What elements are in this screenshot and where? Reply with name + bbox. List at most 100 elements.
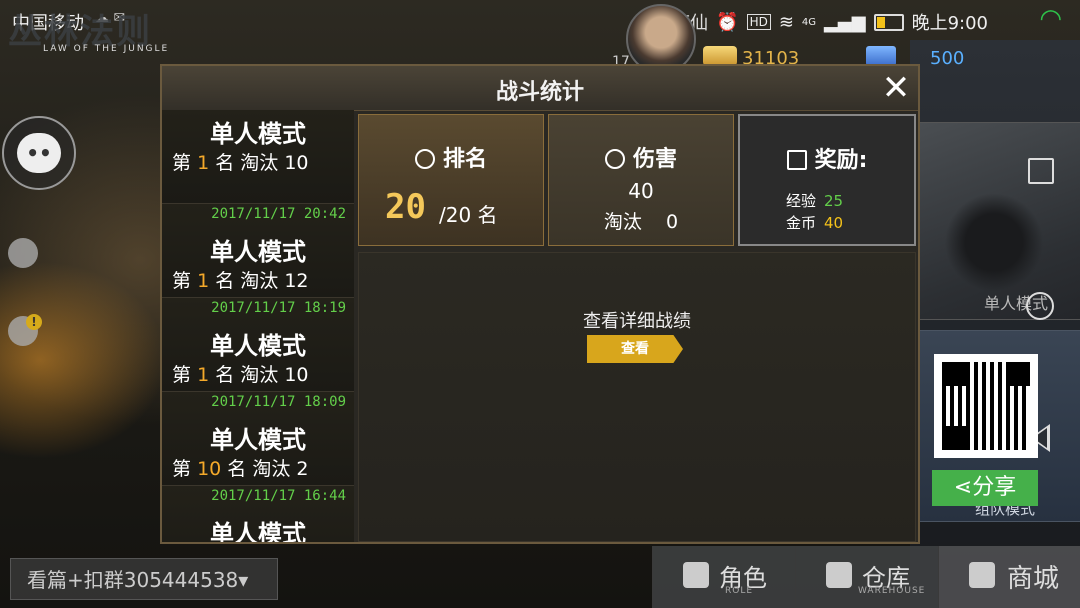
dialog-title: 战斗统计 <box>495 80 584 105</box>
share-label: 分享 <box>972 475 1017 500</box>
gold-value: 40 <box>824 214 844 232</box>
soldier-silhouette <box>939 193 1049 303</box>
history-mode: 单人模式 <box>210 520 306 542</box>
history-rank: 10 <box>197 458 222 480</box>
hd-icon: HD <box>746 14 771 30</box>
history-result: 第 1 名 淘汰 12 <box>172 266 309 293</box>
elim-label: 淘汰 <box>603 211 642 233</box>
nav-warehouse-sub: WAREHOUSE <box>858 586 926 596</box>
history-mode: 单人模式 <box>210 426 306 454</box>
nav-shop-label: 商城 <box>1007 564 1060 594</box>
wifi-icon: ≋ <box>778 11 794 33</box>
rank-suffix: 名 <box>215 364 235 386</box>
history-rank: 1 <box>197 152 210 174</box>
rank-total: /20 名 <box>439 203 498 227</box>
nav-role[interactable]: 角色 ROLE <box>652 546 795 608</box>
history-elim: 2 <box>296 458 309 480</box>
history-rank: 1 <box>197 364 210 386</box>
history-date: 2017/11/17 16:44 <box>211 488 346 504</box>
clock: 晚上9:00 <box>911 13 988 34</box>
nav-role-sub: ROLE <box>725 586 754 596</box>
nav-shop[interactable]: 商城 <box>938 546 1080 608</box>
status-right: 東仙 ⏰ HD ≋ 4G ▂▄▆ 晚上9:00 <box>672 9 988 35</box>
damage-card-title: 伤害 <box>632 147 677 172</box>
rank-suffix: 名 <box>215 152 235 174</box>
role-icon <box>683 562 709 588</box>
exp-value: 25 <box>824 192 844 210</box>
alarm-icon: ⏰ <box>716 11 739 33</box>
elim-label: 淘汰 <box>240 270 279 292</box>
history-mode: 单人模式 <box>210 238 306 266</box>
rank-prefix: 第 <box>172 364 192 386</box>
reward-exp: 经验 25 <box>786 190 843 211</box>
medal-icon <box>604 149 625 169</box>
rank-card-title: 排名 <box>442 147 487 172</box>
gift-icon <box>786 150 807 170</box>
nav-warehouse[interactable]: 仓库 WAREHOUSE <box>795 546 938 608</box>
bottom-nav: 角色 ROLE 仓库 WAREHOUSE 商城 <box>652 546 1080 608</box>
detail-title: 查看详细战绩 <box>583 311 691 332</box>
history-elim: 10 <box>284 364 309 386</box>
signal-icon: ▂▄▆ <box>824 11 866 33</box>
damage-card: 伤害 40 淘汰 0 <box>548 114 734 246</box>
history-item[interactable]: 2017/11/17 18:19 单人模式 第 1 名 淘汰 10 <box>162 298 354 392</box>
rank-prefix: 第 <box>172 270 192 292</box>
game-logo: 丛林法则 LAW OF THE JUNGLE <box>8 4 198 54</box>
view-details-button[interactable]: 查看 <box>587 335 683 363</box>
rank-suffix: 名 <box>215 270 235 292</box>
rank-card-header: 排名 <box>359 141 543 173</box>
history-item[interactable]: 单人模式 第 1 名 淘汰 10 <box>162 110 354 204</box>
gem-icon <box>866 46 896 66</box>
battle-stats-dialog: 战斗统计 ✕ 单人模式 第 1 名 淘汰 10 2017/11/17 20:42… <box>160 64 920 544</box>
reward-card-header: 奖励: <box>740 142 914 174</box>
rank-prefix: 第 <box>172 458 192 480</box>
gem-count: 500 <box>930 48 965 69</box>
exp-label: 经验 <box>786 192 817 210</box>
rank-card: 排名 20 /20 名 <box>358 114 544 246</box>
share-icon: ⋖ <box>953 475 973 500</box>
history-mode: 单人模式 <box>210 332 306 360</box>
history-item[interactable]: 2017/11/17 18:09 单人模式 第 10 名 淘汰 2 <box>162 392 354 486</box>
damage-elim: 淘汰 0 <box>549 207 733 234</box>
history-elim: 10 <box>284 152 309 174</box>
qr-code-pattern <box>942 362 1030 450</box>
close-button[interactable]: ✕ <box>878 70 914 106</box>
history-item[interactable]: 2017/11/17 20:42 单人模式 第 1 名 淘汰 12 <box>162 204 354 298</box>
rank-value: 20 <box>385 187 426 227</box>
damage-value: 40 <box>628 179 654 203</box>
coin-icon <box>703 46 737 66</box>
wifi-signal-icon: ◠ <box>1039 4 1062 34</box>
battery-icon <box>873 13 904 31</box>
detail-panel: 查看详细战绩 查看 <box>358 252 916 542</box>
notice-icon[interactable] <box>8 314 42 346</box>
recent-apps-icon[interactable] <box>1028 158 1054 184</box>
history-result: 第 10 名 淘汰 2 <box>172 454 309 481</box>
history-elim: 12 <box>284 270 309 292</box>
history-mode: 单人模式 <box>210 120 306 148</box>
qr-code <box>934 354 1038 458</box>
history-item[interactable]: 2017/11/17 16:44 单人模式 第 1 名 淘汰 9 <box>162 486 354 542</box>
chat-input[interactable]: 看篇+扣群305444538▾ <box>10 558 278 600</box>
friends-icon[interactable] <box>8 238 38 268</box>
elim-label: 淘汰 <box>240 364 279 386</box>
cart-icon <box>969 562 995 588</box>
home-icon[interactable] <box>1026 292 1054 320</box>
history-date: 2017/11/17 18:19 <box>211 300 346 316</box>
elim-label: 淘汰 <box>240 152 279 174</box>
chat-button[interactable]: •• <box>2 116 76 190</box>
rank-suffix: 名 <box>227 458 247 480</box>
history-date: 2017/11/17 18:09 <box>211 394 346 410</box>
match-history-list[interactable]: 单人模式 第 1 名 淘汰 10 2017/11/17 20:42 单人模式 第… <box>162 110 354 542</box>
logo-subtitle: LAW OF THE JUNGLE <box>43 44 170 54</box>
elim-value: 0 <box>665 211 679 233</box>
history-date: 2017/11/17 20:42 <box>211 206 346 222</box>
rank-prefix: 第 <box>172 152 192 174</box>
reward-card: 奖励: 经验 25 金币 40 <box>738 114 916 246</box>
reward-card-title: 奖励: <box>814 148 868 173</box>
elim-label: 淘汰 <box>252 458 291 480</box>
damage-card-header: 伤害 <box>549 141 733 173</box>
dialog-header: 战斗统计 ✕ <box>162 66 918 111</box>
share-button[interactable]: ⋖分享 <box>932 470 1038 506</box>
warehouse-icon <box>826 562 852 588</box>
chat-bubble-icon: •• <box>17 133 61 173</box>
